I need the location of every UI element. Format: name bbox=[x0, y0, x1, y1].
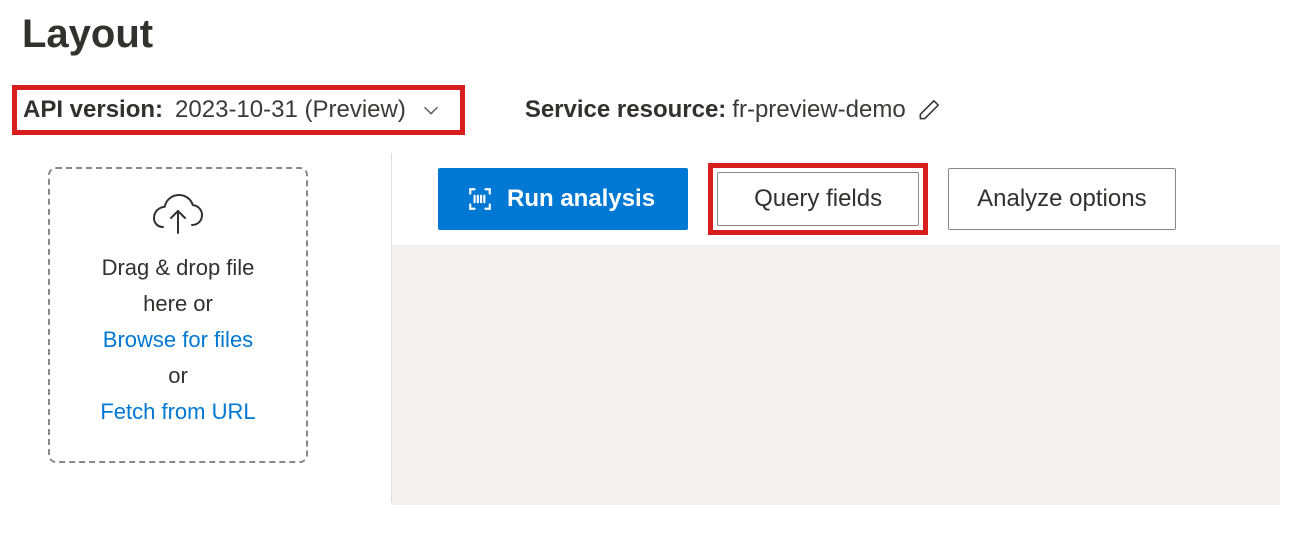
api-version-value: 2023-10-31 (Preview) bbox=[175, 96, 406, 124]
run-analysis-label: Run analysis bbox=[507, 185, 655, 213]
dropzone-or: or bbox=[68, 359, 288, 393]
scan-icon bbox=[467, 186, 493, 212]
edit-icon[interactable] bbox=[916, 97, 942, 123]
api-version-dropdown[interactable]: API version: 2023-10-31 (Preview) bbox=[12, 85, 465, 135]
browse-files-link[interactable]: Browse for files bbox=[68, 323, 288, 357]
api-version-label: API version: bbox=[23, 96, 163, 124]
analyze-options-label: Analyze options bbox=[977, 185, 1146, 213]
document-canvas bbox=[392, 245, 1280, 505]
file-panel: Drag & drop file here or Browse for file… bbox=[20, 153, 392, 503]
dropzone-text-2: here or bbox=[68, 287, 288, 321]
analyze-options-button[interactable]: Analyze options bbox=[948, 168, 1175, 230]
meta-row: API version: 2023-10-31 (Preview) Servic… bbox=[20, 85, 1280, 135]
service-resource-value: fr-preview-demo bbox=[732, 96, 905, 124]
fetch-url-link[interactable]: Fetch from URL bbox=[68, 395, 288, 429]
run-analysis-button[interactable]: Run analysis bbox=[438, 168, 688, 230]
file-dropzone[interactable]: Drag & drop file here or Browse for file… bbox=[48, 167, 308, 463]
chevron-down-icon bbox=[420, 99, 442, 121]
service-resource-label: Service resource: bbox=[525, 96, 726, 124]
query-fields-highlight: Query fields bbox=[708, 163, 928, 235]
service-resource-block: Service resource: fr-preview-demo bbox=[525, 96, 942, 124]
toolbar: Run analysis Query fields Analyze option… bbox=[392, 153, 1280, 245]
query-fields-label: Query fields bbox=[754, 185, 882, 213]
upload-cloud-icon bbox=[150, 193, 206, 243]
dropzone-text-1: Drag & drop file bbox=[68, 251, 288, 285]
page-title: Layout bbox=[22, 12, 1280, 57]
query-fields-button[interactable]: Query fields bbox=[717, 172, 919, 226]
